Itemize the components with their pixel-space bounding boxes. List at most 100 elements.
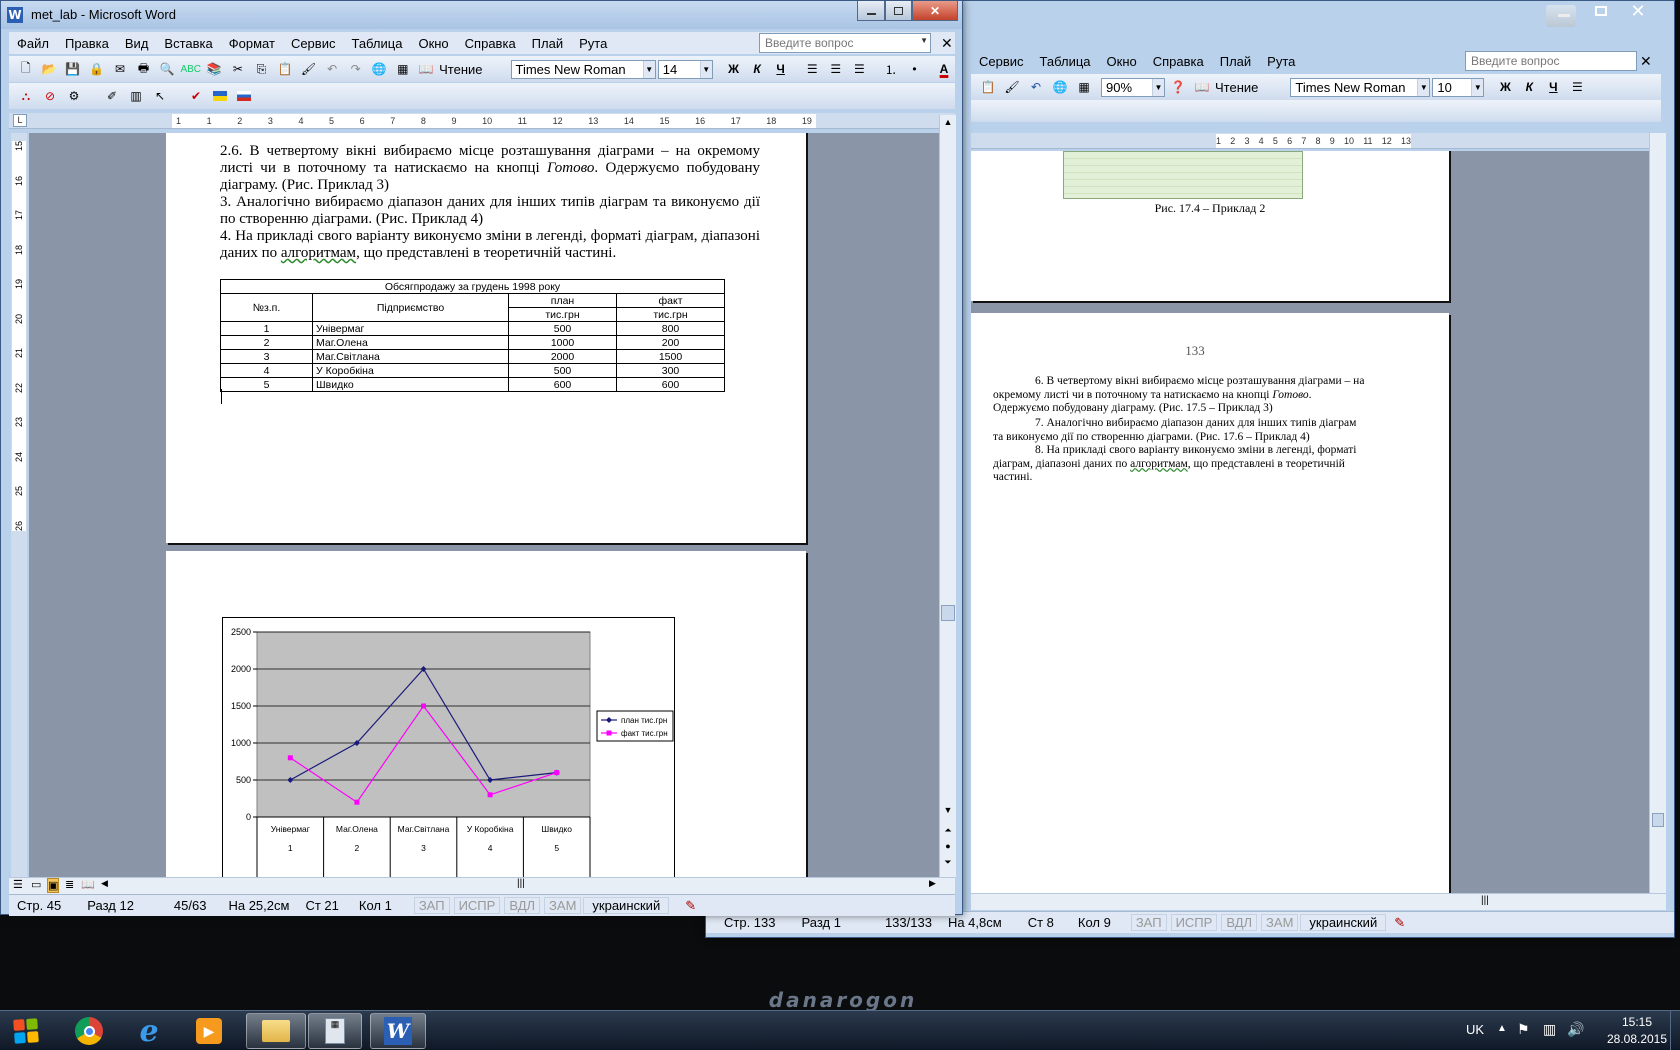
research-icon[interactable]: 📚 [204,59,226,79]
close-doc-icon[interactable]: ✕ [941,35,953,52]
menu-item-plai[interactable]: Плай [524,36,571,51]
cell[interactable]: У Коробкіна [312,363,509,378]
hyperlink-icon[interactable]: 🌐 [368,59,390,79]
calculator-taskbar-button[interactable]: ▦ [308,1013,362,1049]
macro-select-icon[interactable]: ↖ [149,86,171,106]
cell[interactable]: 3 [220,349,313,364]
scroll-down-icon[interactable]: ▼ [940,805,956,815]
web-view-icon[interactable]: ▭ [31,878,41,891]
back-vertical-scrollbar[interactable] [1649,133,1666,893]
status-ext[interactable]: ВДЛ [504,897,541,914]
undo-icon[interactable]: ↶ [321,59,343,79]
cell[interactable]: 800 [616,321,725,336]
action-center-icon[interactable]: ⚑ [1517,1021,1530,1038]
cell[interactable]: Маг.Олена [312,335,509,350]
cell[interactable]: 500 [508,363,617,378]
start-button[interactable] [2,1013,50,1049]
spellcheck-check-icon[interactable]: ✔ [185,86,207,106]
cell[interactable]: Швидко [312,377,509,392]
status-trk[interactable]: ИСПР [1170,914,1218,931]
status-rec[interactable]: ЗАП [413,897,450,914]
menu-item-window[interactable]: Окно [410,36,456,51]
chevron-down-icon[interactable]: ▼ [920,36,928,45]
show-hidden-icons[interactable]: ▲ [1497,1023,1507,1034]
table-icon[interactable]: ▦ [1073,77,1095,97]
scroll-up-icon[interactable]: ▲ [940,117,956,127]
russian-flag-icon[interactable] [233,86,255,106]
minimize-button[interactable] [857,1,885,21]
menu-item-tools[interactable]: Сервис [283,36,344,51]
status-language[interactable]: украинский [583,897,670,914]
open-icon[interactable]: 📂 [39,59,61,79]
font-size-combo[interactable]: 10 ▼ [1432,77,1485,97]
menu-item-view[interactable]: Вид [117,36,157,51]
drawing-icon[interactable]: ✐ [101,86,123,106]
show-desktop-button[interactable] [1670,1011,1680,1050]
media-player-taskbar-button[interactable]: ▶ [182,1013,236,1049]
cell[interactable]: 600 [616,377,725,392]
font-name-combo[interactable]: Times New Roman ▼ [1290,77,1431,97]
menu-item-ruta[interactable]: Рута [571,36,615,51]
help-icon[interactable]: ❓ [1167,77,1189,97]
menu-item[interactable]: Справка [1145,54,1212,69]
scroll-thumb[interactable] [941,605,955,621]
word-app-icon[interactable]: W [7,7,23,23]
italic-icon[interactable]: К [746,59,768,79]
macro-icon[interactable]: ▥ [125,86,147,106]
zoom-combo[interactable]: 90% ▼ [1101,77,1165,97]
ruler-corner-tab-icon[interactable]: L [13,114,27,127]
menu-item-help[interactable]: Справка [457,36,524,51]
new-document-icon[interactable]: 🗋 [15,59,37,79]
tables-borders-icon[interactable]: ▦ [392,59,414,79]
maximize-button[interactable] [1586,1,1616,21]
format-painter-icon[interactable]: 🖌 [1001,77,1023,97]
menu-item[interactable]: Сервис [971,54,1032,69]
spelling-status-icon[interactable]: ✎ [1386,915,1413,931]
copy-icon[interactable]: ⎘ [251,59,273,79]
bold-icon[interactable]: Ж [723,59,745,79]
menu-item-format[interactable]: Формат [221,36,283,51]
keyboard-language[interactable]: UK [1466,1022,1484,1037]
close-button[interactable]: ✕ [1618,1,1658,21]
cell[interactable]: 4 [220,363,313,378]
save-icon[interactable]: 💾 [62,59,84,79]
permission-icon[interactable]: 🔒 [86,59,108,79]
underline-icon[interactable]: Ч [1542,77,1564,97]
bullets-icon[interactable]: • [904,59,926,79]
ukrainian-flag-icon[interactable] [209,86,231,106]
outline-view-icon[interactable]: ≣ [65,878,74,891]
cut-icon[interactable]: ✂ [227,59,249,79]
chrome-taskbar-button[interactable] [62,1013,116,1049]
redo-icon[interactable]: ↷ [345,59,367,79]
status-trk[interactable]: ИСПР [453,897,501,914]
spelling-icon[interactable]: ABC [180,59,202,79]
cell[interactable]: 300 [616,363,725,378]
format-painter-icon[interactable]: 🖌 [298,59,320,79]
spelling-status-icon[interactable]: ✎ [677,898,704,914]
cell[interactable]: 600 [508,377,617,392]
status-ovr[interactable]: ЗАМ [1261,914,1299,931]
bold-icon[interactable]: Ж [1494,77,1516,97]
word-taskbar-button[interactable]: W [370,1013,426,1049]
cell[interactable]: 2000 [508,349,617,364]
front-vertical-scrollbar[interactable]: ▲ ▼ ⏶ ● ⏷ [939,115,956,877]
close-button[interactable]: ✕ [912,1,958,21]
explorer-taskbar-button[interactable] [246,1013,306,1049]
reading-icon[interactable]: 📖 [416,59,438,79]
print-view-icon[interactable]: ▣ [47,878,60,893]
cell[interactable]: 5 [220,377,313,392]
paste-icon[interactable]: 📋 [977,77,999,97]
title-bar[interactable]: W met_lab - Microsoft Word [1,1,962,29]
scroll-thumb[interactable] [1652,813,1664,827]
menu-item[interactable]: Окно [1099,54,1145,69]
status-rec[interactable]: ЗАП [1130,914,1167,931]
menu-item-file[interactable]: Файл [9,36,57,51]
scroll-left-icon[interactable]: ◀ [101,878,108,889]
clock-time[interactable]: 15:15 [1612,1015,1662,1029]
volume-icon[interactable]: 🔊 [1567,1021,1584,1038]
pdf-icon[interactable]: ⛬ [15,86,37,106]
paste-icon[interactable]: 📋 [274,59,296,79]
stop-icon[interactable]: ⊘ [39,86,61,106]
maximize-button[interactable] [885,1,912,21]
network-icon[interactable]: ▥ [1543,1021,1556,1038]
